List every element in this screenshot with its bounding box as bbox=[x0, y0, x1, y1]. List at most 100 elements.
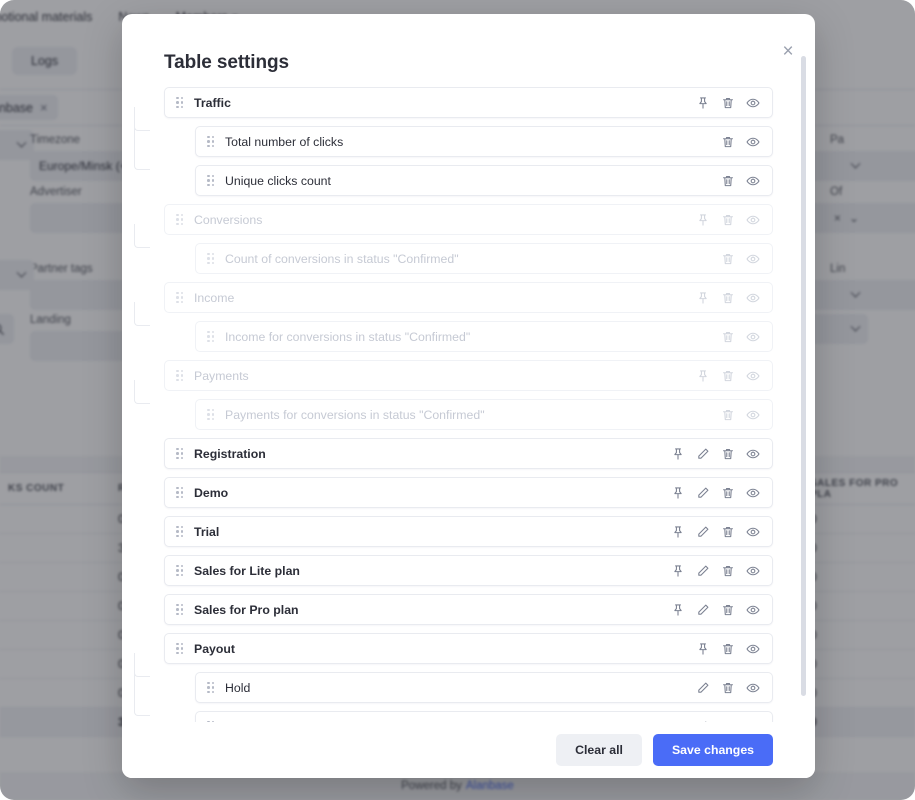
eye-icon[interactable] bbox=[746, 213, 760, 227]
eye-icon[interactable] bbox=[746, 525, 760, 539]
pencil-icon[interactable] bbox=[696, 486, 710, 500]
settings-row[interactable]: Conversions bbox=[164, 204, 773, 235]
trash-icon[interactable] bbox=[721, 603, 735, 617]
trash-icon[interactable] bbox=[721, 174, 735, 188]
trash-icon[interactable] bbox=[721, 681, 735, 695]
eye-icon[interactable] bbox=[746, 486, 760, 500]
trash-icon[interactable] bbox=[721, 213, 735, 227]
eye-icon[interactable] bbox=[746, 642, 760, 656]
pin-icon[interactable] bbox=[671, 486, 685, 500]
settings-row[interactable]: Count of conversions in status "Confirme… bbox=[195, 243, 773, 274]
settings-row[interactable]: Income for conversions in status "Confir… bbox=[195, 321, 773, 352]
settings-row-actions bbox=[721, 174, 772, 188]
eye-icon[interactable] bbox=[746, 369, 760, 383]
eye-icon[interactable] bbox=[746, 291, 760, 305]
settings-row-label: Sales for Pro plan bbox=[194, 602, 299, 617]
pencil-icon[interactable] bbox=[696, 564, 710, 578]
drag-handle-icon[interactable] bbox=[207, 174, 216, 187]
modal-footer: Clear all Save changes bbox=[122, 722, 815, 778]
settings-row[interactable]: Payments bbox=[164, 360, 773, 391]
trash-icon[interactable] bbox=[721, 96, 735, 110]
drag-handle-icon[interactable] bbox=[207, 408, 216, 421]
trash-icon[interactable] bbox=[721, 408, 735, 422]
settings-row-actions bbox=[721, 408, 772, 422]
pencil-icon[interactable] bbox=[696, 525, 710, 539]
settings-row[interactable]: Confirmed bbox=[195, 711, 773, 722]
settings-row[interactable]: Sales for Pro plan bbox=[164, 594, 773, 625]
trash-icon[interactable] bbox=[721, 252, 735, 266]
clear-all-button[interactable]: Clear all bbox=[556, 734, 642, 766]
drag-handle-icon[interactable] bbox=[207, 252, 216, 265]
settings-row-label: Sales for Lite plan bbox=[194, 563, 300, 578]
settings-row-label: Unique clicks count bbox=[225, 173, 331, 188]
settings-row[interactable]: Demo bbox=[164, 477, 773, 508]
trash-icon[interactable] bbox=[721, 447, 735, 461]
settings-row[interactable]: Income bbox=[164, 282, 773, 313]
settings-row[interactable]: Payments for conversions in status "Conf… bbox=[195, 399, 773, 430]
eye-icon[interactable] bbox=[746, 681, 760, 695]
drag-handle-icon[interactable] bbox=[176, 96, 185, 109]
settings-row[interactable]: Payout bbox=[164, 633, 773, 664]
drag-handle-icon[interactable] bbox=[176, 447, 185, 460]
drag-handle-icon[interactable] bbox=[176, 213, 185, 226]
eye-icon[interactable] bbox=[746, 174, 760, 188]
drag-handle-icon[interactable] bbox=[176, 525, 185, 538]
eye-icon[interactable] bbox=[746, 135, 760, 149]
pin-icon[interactable] bbox=[671, 564, 685, 578]
settings-row[interactable]: Unique clicks count bbox=[195, 165, 773, 196]
pin-icon[interactable] bbox=[696, 369, 710, 383]
eye-icon[interactable] bbox=[746, 330, 760, 344]
eye-icon[interactable] bbox=[746, 603, 760, 617]
settings-row[interactable]: Total number of clicks bbox=[195, 126, 773, 157]
drag-handle-icon[interactable] bbox=[176, 564, 185, 577]
trash-icon[interactable] bbox=[721, 369, 735, 383]
settings-row[interactable]: Traffic bbox=[164, 87, 773, 118]
settings-row-label: Income for conversions in status "Confir… bbox=[225, 329, 471, 344]
tree-connector bbox=[134, 107, 150, 131]
pencil-icon[interactable] bbox=[696, 447, 710, 461]
pencil-icon[interactable] bbox=[696, 603, 710, 617]
eye-icon[interactable] bbox=[746, 96, 760, 110]
close-icon[interactable]: × bbox=[775, 38, 801, 64]
settings-row[interactable]: Hold bbox=[195, 672, 773, 703]
pin-icon[interactable] bbox=[696, 291, 710, 305]
trash-icon[interactable] bbox=[721, 642, 735, 656]
drag-handle-icon[interactable] bbox=[176, 603, 185, 616]
settings-row-actions bbox=[696, 291, 772, 305]
pencil-icon[interactable] bbox=[696, 681, 710, 695]
drag-handle-icon[interactable] bbox=[207, 330, 216, 343]
trash-icon[interactable] bbox=[721, 330, 735, 344]
settings-row[interactable]: Registration bbox=[164, 438, 773, 469]
trash-icon[interactable] bbox=[721, 486, 735, 500]
drag-handle-icon[interactable] bbox=[176, 486, 185, 499]
modal-scrollbar[interactable] bbox=[801, 56, 806, 711]
settings-row[interactable]: Sales for Lite plan bbox=[164, 555, 773, 586]
eye-icon[interactable] bbox=[746, 408, 760, 422]
eye-icon[interactable] bbox=[746, 447, 760, 461]
save-changes-button[interactable]: Save changes bbox=[652, 734, 773, 766]
trash-icon[interactable] bbox=[721, 564, 735, 578]
pin-icon[interactable] bbox=[671, 447, 685, 461]
pin-icon[interactable] bbox=[671, 603, 685, 617]
scrollbar-thumb[interactable] bbox=[801, 56, 806, 696]
settings-row-actions bbox=[671, 447, 772, 461]
pin-icon[interactable] bbox=[671, 525, 685, 539]
pin-icon[interactable] bbox=[696, 96, 710, 110]
drag-handle-icon[interactable] bbox=[176, 369, 185, 382]
modal-title: Table settings bbox=[164, 52, 289, 73]
settings-row-actions bbox=[671, 486, 772, 500]
settings-row-actions bbox=[696, 213, 772, 227]
drag-handle-icon[interactable] bbox=[176, 291, 185, 304]
drag-handle-icon[interactable] bbox=[207, 681, 216, 694]
trash-icon[interactable] bbox=[721, 525, 735, 539]
drag-handle-icon[interactable] bbox=[176, 642, 185, 655]
eye-icon[interactable] bbox=[746, 564, 760, 578]
trash-icon[interactable] bbox=[721, 291, 735, 305]
drag-handle-icon[interactable] bbox=[207, 135, 216, 148]
eye-icon[interactable] bbox=[746, 252, 760, 266]
trash-icon[interactable] bbox=[721, 135, 735, 149]
pin-icon[interactable] bbox=[696, 213, 710, 227]
pin-icon[interactable] bbox=[696, 642, 710, 656]
settings-row-label: Payout bbox=[194, 641, 235, 656]
settings-row[interactable]: Trial bbox=[164, 516, 773, 547]
